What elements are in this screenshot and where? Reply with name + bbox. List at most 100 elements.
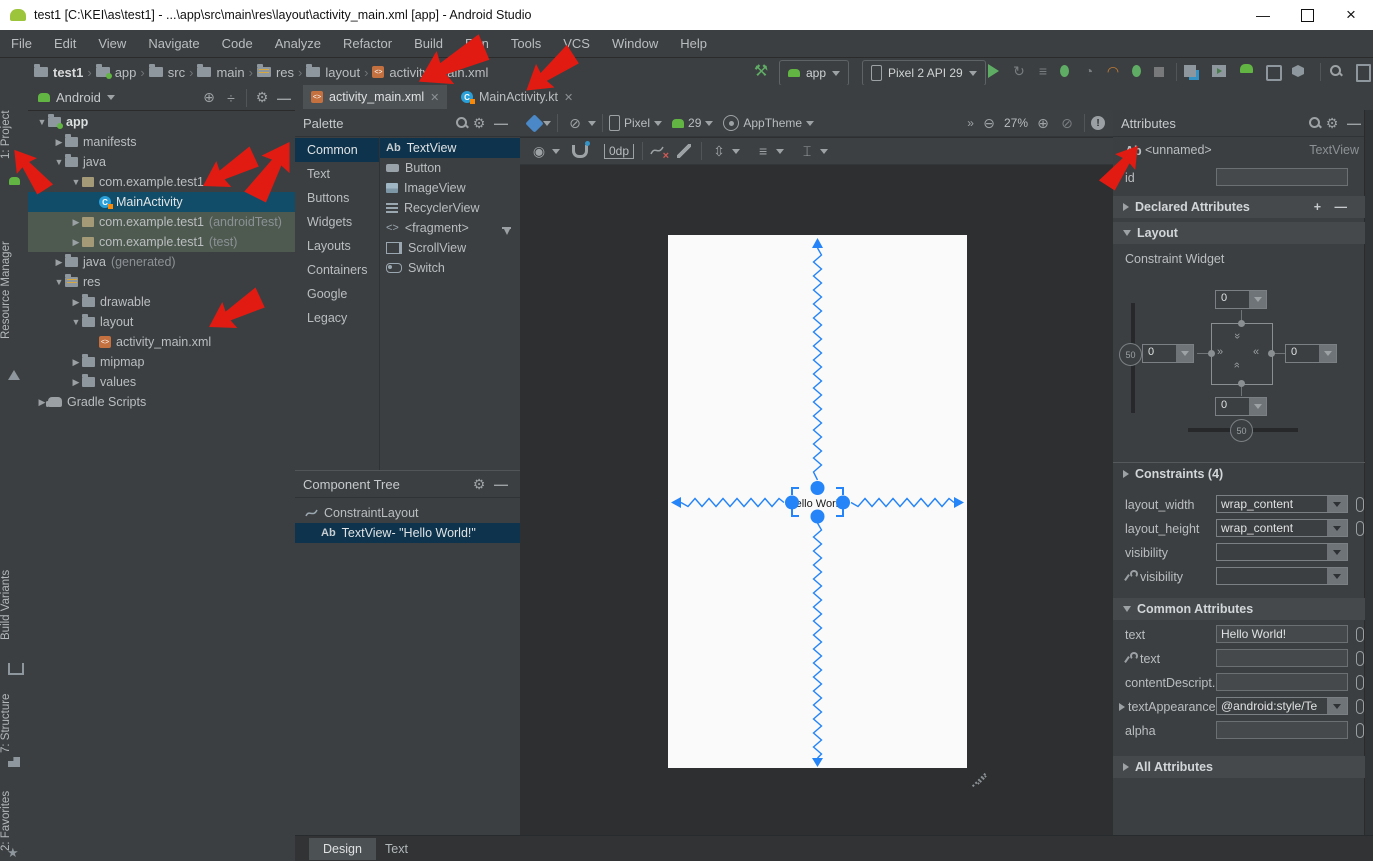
toolbar-overflow[interactable]: » xyxy=(967,116,974,130)
tree-item-package-test[interactable]: ▶com.example.test1(test) xyxy=(28,232,295,252)
view-options-icon[interactable]: ◉ xyxy=(528,140,550,162)
breadcrumb-app[interactable]: app xyxy=(96,65,137,80)
menu-run[interactable]: Run xyxy=(454,36,500,51)
breadcrumb-main[interactable]: main xyxy=(197,65,244,80)
tree-item-layout[interactable]: ▼layout xyxy=(28,312,295,332)
menu-view[interactable]: View xyxy=(87,36,137,51)
gear-icon[interactable]: ⚙ xyxy=(468,473,490,495)
vertical-bias-value[interactable]: 50 xyxy=(1119,343,1142,366)
palette-item-switch[interactable]: Switch xyxy=(380,258,520,278)
guidelines-icon[interactable]: ⌶ xyxy=(796,140,818,162)
section-constraints[interactable]: Constraints (4) xyxy=(1113,462,1365,484)
visibility-select[interactable] xyxy=(1216,543,1348,561)
horizontal-bias-value[interactable]: 50 xyxy=(1230,419,1253,442)
run-button[interactable] xyxy=(988,64,999,78)
palette-category-common[interactable]: Common xyxy=(295,138,379,162)
id-field[interactable] xyxy=(1216,168,1348,186)
section-layout[interactable]: Layout xyxy=(1113,222,1365,244)
attributes-scrollbar[interactable] xyxy=(1364,110,1373,835)
profiler-icon[interactable]: ◠ xyxy=(1102,60,1124,82)
search-icon[interactable] xyxy=(456,117,468,129)
menu-refactor[interactable]: Refactor xyxy=(332,36,403,51)
menu-edit[interactable]: Edit xyxy=(43,36,87,51)
debug-button[interactable] xyxy=(1060,65,1069,77)
build-variants-icon[interactable] xyxy=(8,663,24,675)
remove-attribute-icon[interactable]: — xyxy=(1335,200,1348,214)
zoom-to-fit-icon[interactable]: ⊘ xyxy=(1056,112,1078,134)
palette-category-widgets[interactable]: Widgets xyxy=(295,210,379,234)
hide-panel-icon[interactable]: — xyxy=(1343,112,1365,134)
tool-window-structure[interactable]: 7: Structure xyxy=(0,678,28,768)
margin-left-select[interactable]: 0 xyxy=(1142,344,1194,363)
anchor-left[interactable] xyxy=(1208,350,1215,357)
run-configuration-select[interactable]: app xyxy=(779,60,849,86)
layout-inspector-icon[interactable] xyxy=(1266,65,1282,81)
resource-indicator[interactable] xyxy=(1356,723,1364,738)
clear-constraints-icon[interactable]: × xyxy=(649,143,667,159)
tab-activity-main-xml[interactable]: <> activity_main.xml✕ xyxy=(303,85,447,109)
palette-item-imageview[interactable]: ImageView xyxy=(380,178,520,198)
gear-icon[interactable]: ⚙ xyxy=(251,87,273,109)
menu-tools[interactable]: Tools xyxy=(500,36,552,51)
palette-item-button[interactable]: Button xyxy=(380,158,520,178)
breadcrumb-res[interactable]: res xyxy=(257,65,294,80)
tree-item-package-androidtest[interactable]: ▶com.example.test1(androidTest) xyxy=(28,212,295,232)
breadcrumb-src[interactable]: src xyxy=(149,65,185,80)
layout-width-select[interactable]: wrap_content xyxy=(1216,495,1348,513)
project-tool-icon[interactable] xyxy=(9,177,20,185)
autoconnect-icon[interactable] xyxy=(572,145,588,158)
margin-top-select[interactable]: 0 xyxy=(1215,290,1267,309)
tree-item-values[interactable]: ▶values xyxy=(28,372,295,392)
palette-category-google[interactable]: Google xyxy=(295,282,379,306)
constraint-handle-top[interactable] xyxy=(811,481,825,495)
tab-design[interactable]: Design xyxy=(309,838,376,860)
tree-item-drawable[interactable]: ▶drawable xyxy=(28,292,295,312)
tree-item-res[interactable]: ▼res xyxy=(28,272,295,292)
menu-navigate[interactable]: Navigate xyxy=(137,36,210,51)
close-tab-icon[interactable]: ✕ xyxy=(564,91,573,104)
component-textview[interactable]: Ab TextView- "Hello World!" xyxy=(295,523,546,543)
apply-changes-icon[interactable]: ≡ xyxy=(1032,60,1054,82)
search-icon[interactable] xyxy=(1309,117,1321,129)
resource-indicator[interactable] xyxy=(1356,627,1364,642)
margin-right-select[interactable]: 0 xyxy=(1285,344,1337,363)
design-mode-icon[interactable] xyxy=(525,114,543,132)
margin-bottom-select[interactable]: 0 xyxy=(1215,397,1267,416)
tree-item-java-generated[interactable]: ▶java(generated) xyxy=(28,252,295,272)
notifications-icon[interactable] xyxy=(1356,64,1371,82)
constraint-handle-bottom[interactable] xyxy=(811,510,825,524)
palette-category-layouts[interactable]: Layouts xyxy=(295,234,379,258)
hide-panel-icon[interactable]: — xyxy=(490,473,512,495)
gear-icon[interactable]: ⚙ xyxy=(1321,112,1343,134)
project-structure-icon[interactable] xyxy=(1184,65,1196,77)
hide-panel-icon[interactable]: — xyxy=(490,112,512,134)
tree-item-mipmap[interactable]: ▶mipmap xyxy=(28,352,295,372)
resource-explorer-icon[interactable] xyxy=(1292,65,1304,77)
breadcrumb-layout[interactable]: layout xyxy=(306,65,360,80)
resource-indicator[interactable] xyxy=(1356,651,1364,666)
canvas-resize-handle[interactable] xyxy=(968,770,990,790)
pack-icon[interactable]: ⇳ xyxy=(708,140,730,162)
resource-indicator[interactable] xyxy=(1356,521,1364,536)
errors-panel-icon[interactable]: ! xyxy=(1091,116,1105,130)
tree-item-mainactivity[interactable]: CMainActivity xyxy=(28,192,295,212)
tools-text-field[interactable] xyxy=(1216,649,1348,667)
avd-manager-icon[interactable] xyxy=(1212,65,1226,77)
menu-help[interactable]: Help xyxy=(669,36,718,51)
add-attribute-icon[interactable]: + xyxy=(1314,200,1321,214)
maximize-button[interactable] xyxy=(1285,0,1329,30)
palette-category-legacy[interactable]: Legacy xyxy=(295,306,379,330)
anchor-right[interactable] xyxy=(1268,350,1275,357)
tab-text[interactable]: Text xyxy=(371,838,422,860)
tree-item-manifests[interactable]: ▶manifests xyxy=(28,132,295,152)
palette-category-buttons[interactable]: Buttons xyxy=(295,186,379,210)
alpha-field[interactable] xyxy=(1216,721,1348,739)
menu-build[interactable]: Build xyxy=(403,36,454,51)
menu-window[interactable]: Window xyxy=(601,36,669,51)
menu-code[interactable]: Code xyxy=(211,36,264,51)
resource-manager-icon[interactable] xyxy=(8,370,20,380)
stop-button[interactable] xyxy=(1154,67,1164,77)
tab-mainactivity-kt[interactable]: C MainActivity.kt✕ xyxy=(453,85,581,109)
default-margins-select[interactable]: 0dp xyxy=(604,144,634,159)
gear-icon[interactable]: ⚙ xyxy=(468,112,490,134)
